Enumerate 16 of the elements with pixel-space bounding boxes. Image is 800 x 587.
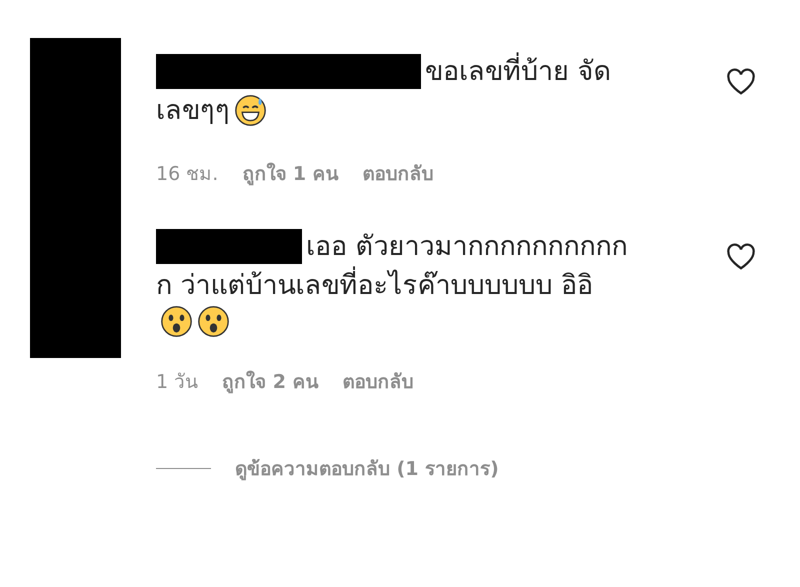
surprised-emoji-icon — [197, 305, 230, 338]
like-count[interactable]: ถูกใจ 1 คน — [242, 160, 339, 189]
reply-link[interactable]: ตอบกลับ — [342, 368, 414, 397]
heart-icon[interactable] — [726, 68, 756, 96]
sweat-smile-emoji-icon — [234, 94, 267, 128]
comment-text: เออ ตัวยาวมากกกกกกกกกก — [306, 230, 628, 264]
comment-time: 16 ชม. — [156, 162, 218, 188]
comment-text: ก ว่าแต่บ้านเลขที่อะไรค๊าบบบบบบ อิอิ — [156, 266, 594, 306]
comment-time: 1 วัน — [156, 370, 198, 396]
reply-link[interactable]: ตอบกลับ — [362, 160, 434, 189]
view-replies-link[interactable]: ดูข้อความตอบกลับ (1 รายการ) — [235, 454, 499, 484]
heart-icon[interactable] — [726, 242, 756, 271]
like-count[interactable]: ถูกใจ 2 คน — [222, 368, 319, 397]
comment-text: เลขๆๆ — [156, 94, 230, 128]
comment-text: ขอเลขที่บ้าย จัด — [425, 52, 612, 92]
surprised-emoji-icon — [160, 305, 193, 338]
